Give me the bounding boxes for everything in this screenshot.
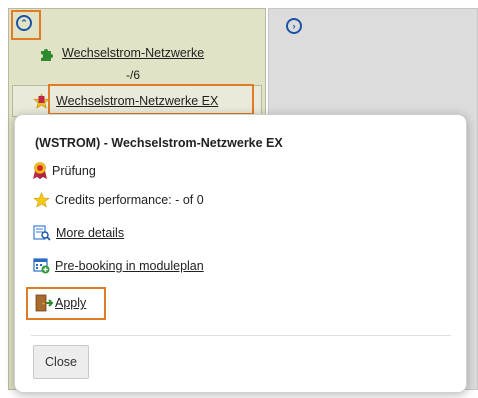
prebooking-link[interactable]: Pre-booking in moduleplan: [33, 257, 204, 274]
popup-divider: [31, 335, 451, 336]
tree-node-child[interactable]: Wechselstrom-Netzwerke EX: [33, 93, 218, 109]
tree-node-parent[interactable]: Wechselstrom-Netzwerke: [38, 45, 204, 61]
chevron-up-icon: ⌃: [20, 17, 28, 28]
exam-label: Prüfung: [52, 163, 96, 178]
credits-label: Credits performance: - of 0: [55, 193, 204, 207]
prebooking-label[interactable]: Pre-booking in moduleplan: [55, 259, 204, 273]
apply-link[interactable]: Apply: [35, 294, 86, 312]
door-exit-icon: [35, 294, 54, 312]
close-button[interactable]: Close: [33, 345, 89, 379]
tree-node-parent-label[interactable]: Wechselstrom-Netzwerke: [62, 46, 204, 60]
puzzle-icon: [38, 45, 56, 61]
credits-row: Credits performance: - of 0: [33, 192, 204, 208]
chevron-right-icon: ›: [292, 20, 296, 31]
magnifier-doc-icon: [33, 225, 51, 241]
calendar-add-icon: [33, 257, 50, 274]
more-details-link[interactable]: More details: [33, 225, 124, 241]
apply-label[interactable]: Apply: [55, 296, 86, 310]
popup-title: (WSTROM) - Wechselstrom-Netzwerke EX: [35, 136, 283, 150]
tree-node-child-label[interactable]: Wechselstrom-Netzwerke EX: [56, 94, 218, 108]
module-popup: (WSTROM) - Wechselstrom-Netzwerke EX Prü…: [14, 114, 467, 393]
collapse-button[interactable]: ⌃: [16, 15, 32, 31]
tree-node-parent-credits: -/6: [126, 68, 141, 82]
star-badge-icon: [33, 93, 50, 109]
exam-badge-icon: [33, 162, 47, 179]
star-icon: [33, 192, 50, 208]
exam-row: Prüfung: [33, 162, 96, 179]
expand-button[interactable]: ›: [286, 18, 302, 34]
more-details-label[interactable]: More details: [56, 226, 124, 240]
